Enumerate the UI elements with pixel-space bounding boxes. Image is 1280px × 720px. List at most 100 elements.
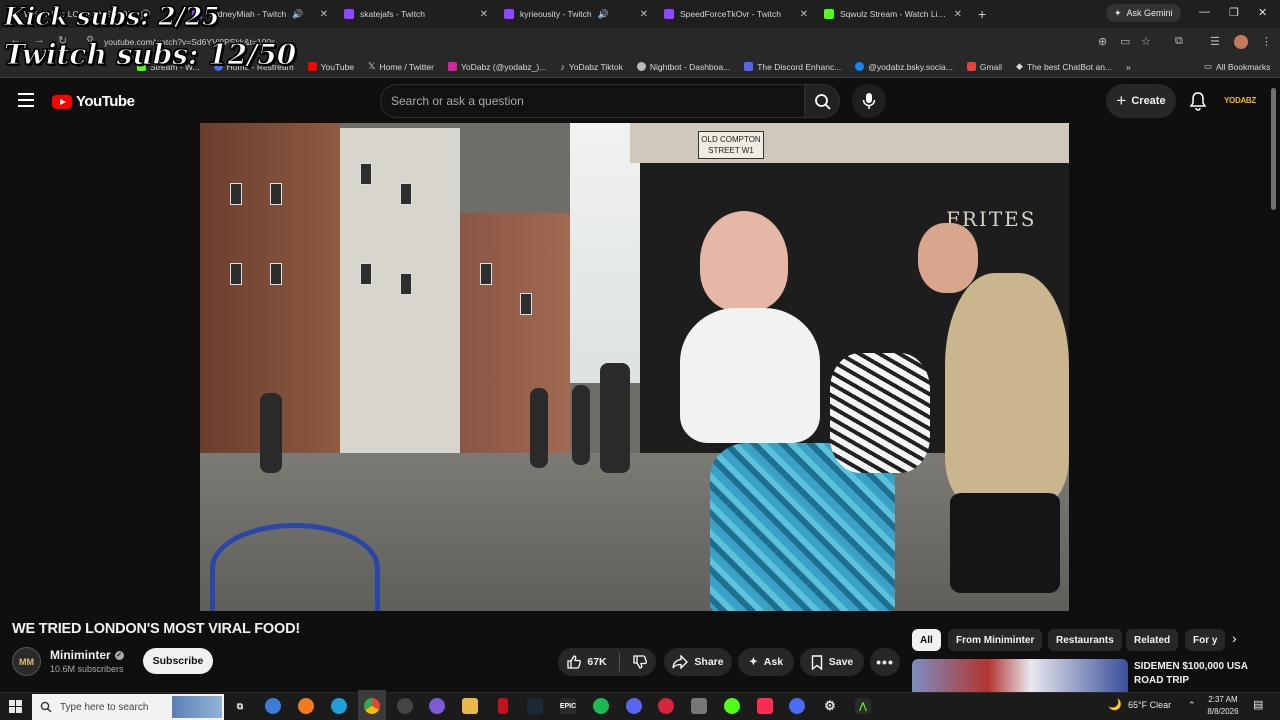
- bookmark-tiktok[interactable]: ♪ YoDabz Tiktok: [553, 62, 630, 72]
- tab-skatejafs[interactable]: skatejafs - Twitch ✕: [336, 0, 496, 28]
- steam-icon[interactable]: [527, 698, 543, 714]
- edge-icon[interactable]: [331, 698, 347, 714]
- microphone-icon: [862, 93, 876, 109]
- channel-avatar[interactable]: MM: [12, 647, 41, 676]
- share-button[interactable]: Share: [664, 648, 732, 676]
- epic-games-icon[interactable]: EPIC: [560, 698, 576, 714]
- tab-sqwulz[interactable]: Sqwulz Stream - Watch Live on ✕: [816, 0, 970, 28]
- bookmark-label: The Discord Enhanc...: [757, 61, 842, 72]
- app-icon[interactable]: ⋀: [855, 698, 871, 714]
- thumbs-down-icon[interactable]: [632, 654, 648, 670]
- bookmark-youtube[interactable]: YouTube: [301, 62, 361, 72]
- recommended-thumbnail[interactable]: [912, 659, 1128, 692]
- speaker-icon[interactable]: 🔊: [598, 9, 609, 20]
- chip-from-miniminter[interactable]: From Miniminter: [948, 629, 1043, 651]
- firefox-icon[interactable]: [298, 698, 314, 714]
- task-view-icon[interactable]: ⧉: [232, 698, 248, 714]
- channel-name[interactable]: Miniminter: [50, 648, 111, 662]
- bookmarks-overflow-icon[interactable]: »: [1119, 62, 1138, 72]
- tab-close-icon[interactable]: ✕: [640, 9, 648, 20]
- menu-icon[interactable]: [18, 93, 34, 107]
- tiktok-icon[interactable]: [757, 698, 773, 714]
- speaker-icon[interactable]: 🔊: [292, 9, 303, 20]
- bookmark-twitter[interactable]: 𝕏 Home / Twitter: [361, 61, 441, 72]
- like-button[interactable]: 67K: [566, 654, 607, 670]
- channel-name-row[interactable]: Miniminter ✓: [50, 648, 124, 662]
- cast-icon[interactable]: ▭: [1120, 35, 1130, 48]
- window-close-icon[interactable]: ✕: [1258, 6, 1267, 19]
- recommended-title[interactable]: SIDEMEN $100,000 USA ROAD TRIP: [1134, 660, 1264, 688]
- all-bookmarks-button[interactable]: ▭ All Bookmarks: [1204, 61, 1270, 72]
- notifications-icon[interactable]: ▤: [1253, 698, 1263, 711]
- reading-list-icon[interactable]: ☰: [1210, 35, 1220, 48]
- clock-time: 2:37 AM: [1208, 695, 1238, 704]
- tray-chevron-up-icon[interactable]: ⌃: [1188, 700, 1196, 711]
- chatbot-icon: ◆: [1016, 61, 1023, 71]
- ask-gemini-button[interactable]: ✦ Ask Gemini: [1106, 4, 1181, 22]
- tab-close-icon[interactable]: ✕: [954, 9, 962, 20]
- voice-search-button[interactable]: [852, 84, 886, 118]
- bookmark-star-icon[interactable]: ☆: [1141, 35, 1151, 48]
- app-icon[interactable]: [789, 698, 805, 714]
- chrome-icon[interactable]: [364, 698, 380, 714]
- save-button[interactable]: Save: [800, 648, 864, 676]
- extensions-icon[interactable]: ⧉: [1175, 35, 1183, 48]
- bookmark-gmail[interactable]: Gmail: [960, 62, 1009, 72]
- verified-check-icon: ✓: [114, 650, 124, 660]
- twitch-favicon-icon: [664, 9, 674, 19]
- ask-button[interactable]: ✦ Ask: [738, 648, 794, 676]
- video-player[interactable]: OLD COMPTON STREET W1 FRITES: [200, 123, 1069, 611]
- chip-for-you[interactable]: For y: [1185, 629, 1225, 651]
- tab-close-icon[interactable]: ✕: [800, 9, 808, 20]
- chip-all[interactable]: All: [912, 629, 941, 651]
- copilot-icon[interactable]: [265, 698, 281, 714]
- bookmark-chatbot[interactable]: ◆ The best ChatBot an...: [1009, 61, 1119, 72]
- account-avatar[interactable]: YODABZ: [1224, 90, 1256, 110]
- weather-text[interactable]: 65°F Clear: [1128, 700, 1171, 710]
- gmail-icon: [966, 62, 976, 71]
- video-window: [400, 183, 412, 205]
- tab-speedforce[interactable]: SpeedForceTkOvr - Twitch ✕: [656, 0, 816, 28]
- tab-close-icon[interactable]: ✕: [480, 9, 488, 20]
- settings-gear-icon[interactable]: ⚙: [822, 698, 838, 714]
- chevron-right-icon[interactable]: ›: [1232, 630, 1237, 646]
- more-actions-button[interactable]: •••: [870, 648, 900, 676]
- windows-start-icon[interactable]: [9, 700, 22, 713]
- bookmark-discord[interactable]: The Discord Enhanc...: [737, 62, 848, 72]
- ask-label: Ask: [763, 656, 784, 668]
- app-icon[interactable]: [429, 698, 445, 714]
- minimize-icon[interactable]: —: [1199, 6, 1210, 18]
- file-explorer-icon[interactable]: [462, 698, 478, 714]
- discord-icon[interactable]: [626, 698, 642, 714]
- tab-kyrieousity[interactable]: kyrieousity - Twitch 🔊 ✕: [496, 0, 656, 28]
- taskbar-clock[interactable]: 2:37 AM 8/8/2026: [1200, 694, 1246, 718]
- new-tab-button[interactable]: +: [970, 6, 994, 22]
- restore-icon[interactable]: ❐: [1229, 6, 1239, 19]
- discord-icon: [744, 62, 754, 71]
- app-icon[interactable]: [658, 698, 674, 714]
- zoom-icon[interactable]: ⊕: [1098, 35, 1107, 48]
- youtube-logo[interactable]: YouTube: [52, 93, 135, 110]
- spotify-icon[interactable]: [593, 698, 609, 714]
- taskbar-search-input[interactable]: [60, 701, 170, 713]
- profile-avatar[interactable]: [1234, 35, 1248, 49]
- video-bicycle: [210, 523, 380, 611]
- app-icon[interactable]: [691, 698, 707, 714]
- video-window: [360, 163, 372, 185]
- tab-close-icon[interactable]: ✕: [320, 9, 328, 20]
- page-scrollbar[interactable]: [1271, 88, 1276, 210]
- search-input[interactable]: [381, 85, 808, 117]
- chip-related[interactable]: Related: [1126, 629, 1179, 651]
- chip-restaurants[interactable]: Restaurants: [1048, 629, 1122, 651]
- bookmark-bluesky[interactable]: @yodabz.bsky.socia...: [848, 62, 960, 72]
- kick-icon[interactable]: [724, 698, 740, 714]
- bookmark-nightbot[interactable]: Nightbot - Dashboa...: [630, 62, 737, 72]
- create-button[interactable]: + Create: [1106, 84, 1176, 118]
- search-button[interactable]: [804, 84, 840, 118]
- subscribe-button[interactable]: Subscribe: [143, 648, 213, 674]
- notifications-bell-icon[interactable]: [1189, 91, 1207, 111]
- obs-icon[interactable]: [397, 698, 413, 714]
- bookmark-instagram[interactable]: YoDabz (@yodabz_)...: [441, 62, 553, 72]
- app-red-icon[interactable]: [498, 698, 508, 714]
- chrome-menu-icon[interactable]: ⋮: [1261, 35, 1272, 48]
